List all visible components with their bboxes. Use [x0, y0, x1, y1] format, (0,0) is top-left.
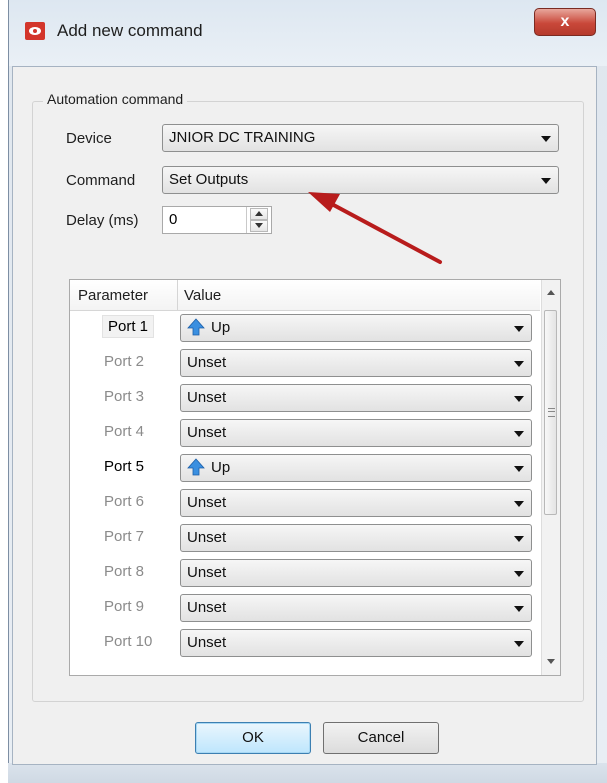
- table-row: Port 7 Unset: [70, 521, 540, 556]
- port-label[interactable]: Port 2: [104, 353, 144, 370]
- delay-spinbox[interactable]: 0: [162, 206, 272, 234]
- port-value: Unset: [187, 389, 227, 406]
- delay-value[interactable]: 0: [169, 211, 177, 228]
- port-value: Unset: [187, 424, 227, 441]
- spin-down-button[interactable]: [250, 220, 268, 232]
- table-row: Port 1 Up: [70, 311, 540, 346]
- port-value-dropdown[interactable]: Up: [180, 314, 532, 342]
- delay-label: Delay (ms): [66, 212, 139, 229]
- parameter-table: Parameter Value Port 1 Up Port 2 Unset Port …: [69, 279, 561, 676]
- title-bar[interactable]: Add new command x: [9, 0, 607, 66]
- port-value-dropdown[interactable]: Unset: [180, 559, 532, 587]
- port-label[interactable]: Port 3: [104, 388, 144, 405]
- column-header-parameter[interactable]: Parameter: [78, 287, 148, 304]
- port-value: Up: [211, 459, 231, 476]
- scrollbar-thumb[interactable]: [544, 310, 557, 515]
- spin-up-button[interactable]: [250, 208, 268, 220]
- table-header: Parameter Value: [70, 280, 540, 311]
- port-value: Unset: [187, 529, 227, 546]
- port-label[interactable]: Port 6: [104, 493, 144, 510]
- port-value: Unset: [187, 354, 227, 371]
- up-arrow-icon: [187, 317, 205, 335]
- port-label[interactable]: Port 5: [104, 458, 144, 475]
- close-button[interactable]: x: [534, 8, 596, 36]
- device-dropdown[interactable]: JNIOR DC TRAINING: [162, 124, 559, 152]
- chevron-down-icon: [541, 178, 551, 184]
- vertical-scrollbar[interactable]: [541, 280, 560, 675]
- app-icon: [25, 22, 45, 40]
- port-value-dropdown[interactable]: Up: [180, 454, 532, 482]
- table-row: Port 2 Unset: [70, 346, 540, 381]
- device-label: Device: [66, 130, 112, 147]
- ok-button[interactable]: OK: [195, 722, 311, 754]
- command-value: Set Outputs: [169, 171, 249, 188]
- table-row: Port 4 Unset: [70, 416, 540, 451]
- chevron-down-icon: [514, 431, 524, 437]
- background-strip: [0, 0, 8, 783]
- chevron-down-icon: [514, 466, 524, 472]
- port-label[interactable]: Port 10: [104, 633, 152, 650]
- table-row: Port 3 Unset: [70, 381, 540, 416]
- table-row: Port 6 Unset: [70, 486, 540, 521]
- port-label[interactable]: Port 1: [102, 315, 155, 338]
- scroll-up-icon[interactable]: [542, 284, 560, 302]
- chevron-down-icon: [514, 396, 524, 402]
- port-value-dropdown[interactable]: Unset: [180, 489, 532, 517]
- column-header-value[interactable]: Value: [184, 287, 221, 304]
- port-value: Unset: [187, 564, 227, 581]
- port-label[interactable]: Port 9: [104, 598, 144, 615]
- chevron-down-icon: [514, 501, 524, 507]
- device-value: JNIOR DC TRAINING: [169, 129, 316, 146]
- port-value-dropdown[interactable]: Unset: [180, 419, 532, 447]
- port-value-dropdown[interactable]: Unset: [180, 349, 532, 377]
- port-value: Unset: [187, 634, 227, 651]
- table-row: Port 8 Unset: [70, 556, 540, 591]
- port-value-dropdown[interactable]: Unset: [180, 524, 532, 552]
- chevron-down-icon: [514, 536, 524, 542]
- table-row: Port 10 Unset: [70, 626, 540, 661]
- annotation-arrow-icon: [308, 192, 442, 264]
- port-value-dropdown[interactable]: Unset: [180, 629, 532, 657]
- port-label[interactable]: Port 7: [104, 528, 144, 545]
- port-label[interactable]: Port 8: [104, 563, 144, 580]
- window-title: Add new command: [57, 21, 203, 40]
- chevron-down-icon: [514, 571, 524, 577]
- table-row: Port 5 Up: [70, 451, 540, 486]
- port-value-dropdown[interactable]: Unset: [180, 594, 532, 622]
- chevron-down-icon: [514, 641, 524, 647]
- scroll-down-icon[interactable]: [542, 653, 560, 671]
- up-arrow-icon: [187, 457, 205, 475]
- chevron-down-icon: [514, 361, 524, 367]
- port-value: Unset: [187, 494, 227, 511]
- group-legend: Automation command: [43, 91, 188, 107]
- port-value-dropdown[interactable]: Unset: [180, 384, 532, 412]
- cancel-button[interactable]: Cancel: [323, 722, 439, 754]
- port-label[interactable]: Port 4: [104, 423, 144, 440]
- port-value: Up: [211, 319, 231, 336]
- port-value: Unset: [187, 599, 227, 616]
- chevron-down-icon: [514, 326, 524, 332]
- chevron-down-icon: [514, 606, 524, 612]
- table-row: Port 9 Unset: [70, 591, 540, 626]
- chevron-down-icon: [541, 136, 551, 142]
- command-label: Command: [66, 172, 136, 189]
- window-bottom-border: [8, 763, 607, 783]
